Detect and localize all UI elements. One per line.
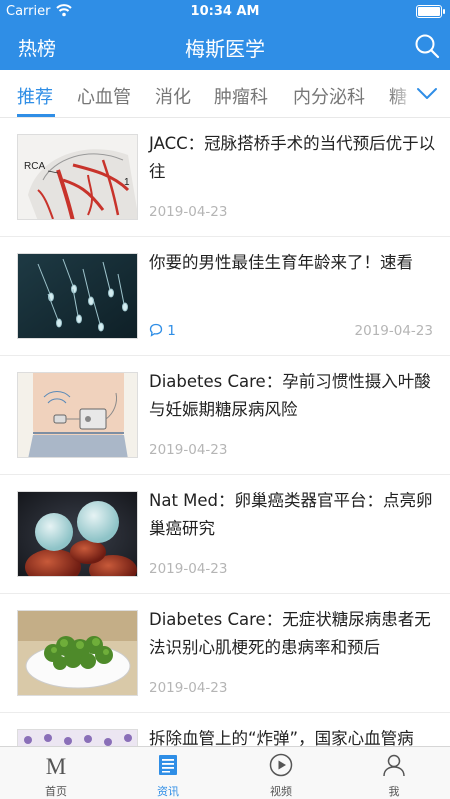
list-item[interactable]: RCA 1 JACC：冠脉搭桥手术的当代预后优于以往 2019-04-23: [0, 118, 450, 237]
tab-endocrinology[interactable]: 内分泌科: [293, 83, 365, 109]
article-title[interactable]: 拆除血管上的“炸弹”，国家心血管病: [149, 725, 439, 746]
thumbnail-label: RCA: [24, 161, 45, 172]
news-icon: [159, 755, 177, 775]
list-item[interactable]: Nat Med：卵巢癌类器官平台：点亮卵巢癌研究 2019-04-23: [0, 475, 450, 594]
article-title[interactable]: Diabetes Care：孕前习惯性摄入叶酸与妊娠期糖尿病风险: [149, 368, 439, 424]
list-item[interactable]: Diabetes Care：孕前习惯性摄入叶酸与妊娠期糖尿病风险 2019-04…: [0, 356, 450, 475]
status-bar: Carrier 10:34 AM: [0, 0, 450, 24]
tab-me[interactable]: 我: [338, 747, 450, 799]
bottom-tab-bar: M 首页 资讯 视频 我: [0, 746, 450, 799]
list-item[interactable]: 你要的男性最佳生育年龄来了！速看 1 2019-04-23: [0, 237, 450, 356]
svg-text:1: 1: [124, 177, 130, 188]
tab-news-label: 资讯: [157, 785, 179, 798]
article-thumbnail: [17, 253, 138, 339]
active-tab-indicator: [17, 114, 55, 117]
article-date: 2019-04-23: [354, 323, 433, 339]
article-date: 2019-04-23: [149, 561, 228, 577]
tab-home-label: 首页: [45, 785, 67, 798]
tab-video[interactable]: 视频: [225, 747, 337, 799]
article-title[interactable]: Diabetes Care：无症状糖尿病患者无法识别心肌梗死的患病率和预后: [149, 606, 439, 662]
tab-oncology[interactable]: 肿瘤科: [214, 83, 268, 109]
list-item[interactable]: Diabetes Care：无症状糖尿病患者无法识别心肌梗死的患病率和预后 20…: [0, 594, 450, 713]
svg-text:M: M: [46, 754, 66, 777]
article-thumbnail: [17, 491, 138, 577]
m-logo-icon: M: [46, 754, 66, 777]
top-bar: Carrier 10:34 AM 热榜 梅斯医学: [0, 0, 450, 70]
tab-digestive[interactable]: 消化: [155, 83, 191, 109]
article-title[interactable]: 你要的男性最佳生育年龄来了！速看: [149, 249, 439, 277]
tab-news[interactable]: 资讯: [112, 747, 224, 799]
article-title[interactable]: JACC：冠脉搭桥手术的当代预后优于以往: [149, 130, 439, 186]
tab-video-label: 视频: [270, 785, 292, 798]
list-item[interactable]: 拆除血管上的“炸弹”，国家心血管病: [0, 713, 450, 746]
tab-home[interactable]: M 首页: [0, 747, 112, 799]
article-thumbnail: [17, 729, 138, 746]
tab-recommend[interactable]: 推荐: [17, 83, 53, 109]
user-icon: [383, 754, 405, 777]
tab-cardiovascular[interactable]: 心血管: [77, 83, 131, 109]
article-date: 2019-04-23: [149, 442, 228, 458]
page-title: 梅斯医学: [185, 37, 265, 61]
category-tabs: 推荐 心血管 消化 肿瘤科 内分泌科 糖: [0, 70, 450, 118]
play-icon: [269, 753, 293, 777]
battery-icon: [416, 5, 445, 18]
article-date: 2019-04-23: [149, 204, 228, 220]
article-title[interactable]: Nat Med：卵巢癌类器官平台：点亮卵巢癌研究: [149, 487, 439, 543]
status-time: 10:34 AM: [190, 4, 260, 19]
tab-me-label: 我: [388, 785, 400, 798]
article-date: 2019-04-23: [149, 680, 228, 696]
comment-icon: [149, 323, 163, 337]
search-icon[interactable]: [414, 33, 440, 59]
chevron-down-icon[interactable]: [416, 83, 438, 103]
article-thumbnail: RCA 1: [17, 134, 138, 220]
comment-count-value: 1: [167, 323, 176, 339]
article-list: RCA 1 JACC：冠脉搭桥手术的当代预后优于以往 2019-04-23 你要…: [0, 118, 450, 746]
comment-count[interactable]: 1: [149, 323, 176, 339]
article-thumbnail: [17, 372, 138, 458]
article-thumbnail: [17, 610, 138, 696]
